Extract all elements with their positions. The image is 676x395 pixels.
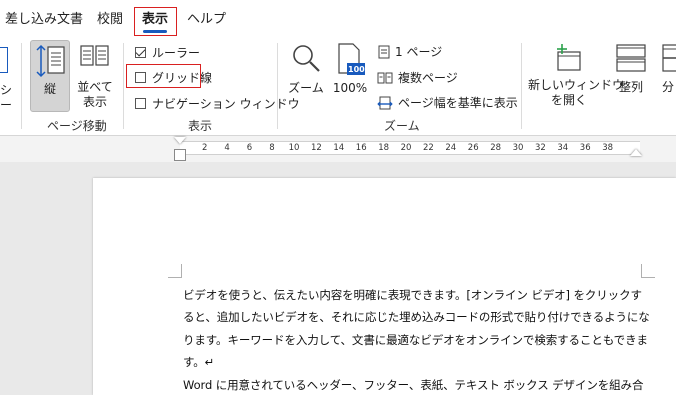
group-label-show: 表示 (188, 119, 213, 133)
page-width-label: ページ幅を基準に表示 (398, 96, 518, 110)
multiple-pages-button[interactable]: 複数ページ (377, 69, 458, 86)
ruler-tick-label: 12 (311, 143, 322, 153)
ruler-checkbox[interactable] (135, 47, 146, 58)
side-by-side-label-1: 並べて (77, 80, 113, 94)
ribbon-tab-bar: 差し込み文書 校閲 表示 ヘルプ (0, 0, 676, 37)
side-by-side-icon (80, 45, 109, 66)
one-page-button[interactable]: 1 ページ (378, 43, 442, 60)
ruler-tick-label: 10 (288, 143, 300, 153)
vertical-button[interactable]: 縦 (30, 40, 70, 112)
right-indent-marker[interactable] (630, 149, 642, 156)
margin-corner-top-left (168, 264, 182, 278)
multiple-pages-label: 複数ページ (398, 71, 458, 85)
ruler-tick-label: 28 (490, 143, 502, 153)
ruler-tick-label: 16 (355, 143, 367, 153)
ruler-tick-label: 30 (512, 143, 524, 153)
ruler-tick-label: 26 (467, 143, 479, 153)
vertical-scroll-icon (36, 44, 65, 78)
separator (521, 43, 522, 129)
separator (123, 43, 124, 129)
ruler-tick-label: 6 (246, 143, 253, 153)
ruler-tick-label: 14 (333, 143, 345, 153)
vertical-label: 縦 (43, 82, 56, 96)
ruler-tick-label: 2 (202, 143, 208, 153)
cutoff-label-1: シ (0, 83, 13, 97)
arrange-all-label: 整列 (618, 80, 643, 94)
one-page-icon (378, 45, 390, 58)
new-window-label-2: を開く (550, 93, 587, 107)
zoom-100-label: 100% (332, 81, 368, 95)
hanging-indent-marker[interactable] (174, 149, 186, 161)
cutoff-icon (0, 47, 8, 73)
ruler-tick-label: 20 (400, 143, 412, 153)
split-label: 分 (662, 80, 675, 94)
ruler-checkbox-row[interactable]: ルーラー (135, 44, 200, 61)
navigation-pane-checkbox[interactable] (135, 98, 146, 109)
ruler-tick-label: 4 (224, 143, 230, 153)
ruler-tick-label: 32 (535, 143, 546, 153)
new-window-label-1: 新しいウィンドウ (528, 78, 625, 92)
ruler-label: ルーラー (152, 46, 201, 60)
separator (21, 43, 22, 129)
new-window-icon (557, 44, 581, 71)
new-window-button[interactable]: 新しいウィンドウ を開く (528, 40, 625, 112)
document-line[interactable]: す。↵ (183, 351, 214, 374)
document-line[interactable]: ると、追加したいビデオを、それに応じた埋め込みコードの形式で貼り付けできるように… (183, 306, 650, 329)
cutoff-button[interactable]: シ ー (0, 43, 14, 113)
separator (277, 43, 278, 129)
page-100-icon-text: 100 (348, 65, 365, 74)
cutoff-label-2: ー (0, 98, 13, 112)
zoom-100-button[interactable]: 100 100% (330, 40, 370, 100)
highlight-box-gridlines (126, 64, 201, 88)
ruler-tick-label: 24 (445, 143, 457, 153)
arrange-all-button[interactable]: 整列 (612, 40, 650, 100)
ruler-tick-label: 36 (579, 143, 591, 153)
split-button[interactable]: 分 (656, 40, 676, 100)
magnifier-icon (293, 45, 320, 72)
document-line[interactable]: ります。キーワードを入力して、文書に最適なビデオをオンラインで検索することもでき… (183, 329, 648, 352)
side-by-side-button[interactable]: 並べて 表示 (75, 40, 115, 112)
document-line[interactable]: Word に用意されているヘッダー、フッター、表紙、テキスト ボックス デザイン… (183, 374, 643, 395)
page-width-icon (377, 96, 393, 109)
zoom-button[interactable]: ズーム (286, 40, 326, 100)
navigation-pane-checkbox-row[interactable]: ナビゲーション ウィンドウ (135, 95, 300, 112)
tab-mailings[interactable]: 差し込み文書 (5, 10, 83, 30)
ruler-tick-label: 38 (602, 143, 614, 153)
arrange-all-icon (616, 44, 646, 72)
side-by-side-label-2: 表示 (82, 95, 107, 109)
one-page-label: 1 ページ (395, 45, 443, 59)
document-line[interactable]: ビデオを使うと、伝えたい内容を明確に表現できます。[オンライン ビデオ] をクリ… (183, 284, 642, 307)
group-label-zoom: ズーム (384, 119, 420, 133)
page-width-button[interactable]: ページ幅を基準に表示 (377, 94, 518, 111)
first-line-indent-marker[interactable] (174, 137, 186, 144)
group-label-page-move: ページ移動 (47, 119, 107, 133)
ruler-tick-label: 22 (423, 143, 434, 153)
highlight-box-view-tab (134, 7, 177, 36)
tab-help[interactable]: ヘルプ (187, 10, 226, 30)
ruler-tick-label: 8 (269, 143, 275, 153)
tab-review[interactable]: 校閲 (97, 10, 123, 30)
margin-corner-top-right (641, 264, 655, 278)
ribbon-panel: シ ー 縦 並べて 表示 ページ移動 ルーラー グリッド線 ナビゲーション ウィ… (0, 37, 676, 136)
ruler-tick-label: 18 (378, 143, 390, 153)
ruler-tick-label: 34 (557, 143, 569, 153)
split-icon (662, 44, 676, 72)
zoom-label: ズーム (288, 81, 324, 95)
multiple-pages-icon (377, 72, 393, 83)
